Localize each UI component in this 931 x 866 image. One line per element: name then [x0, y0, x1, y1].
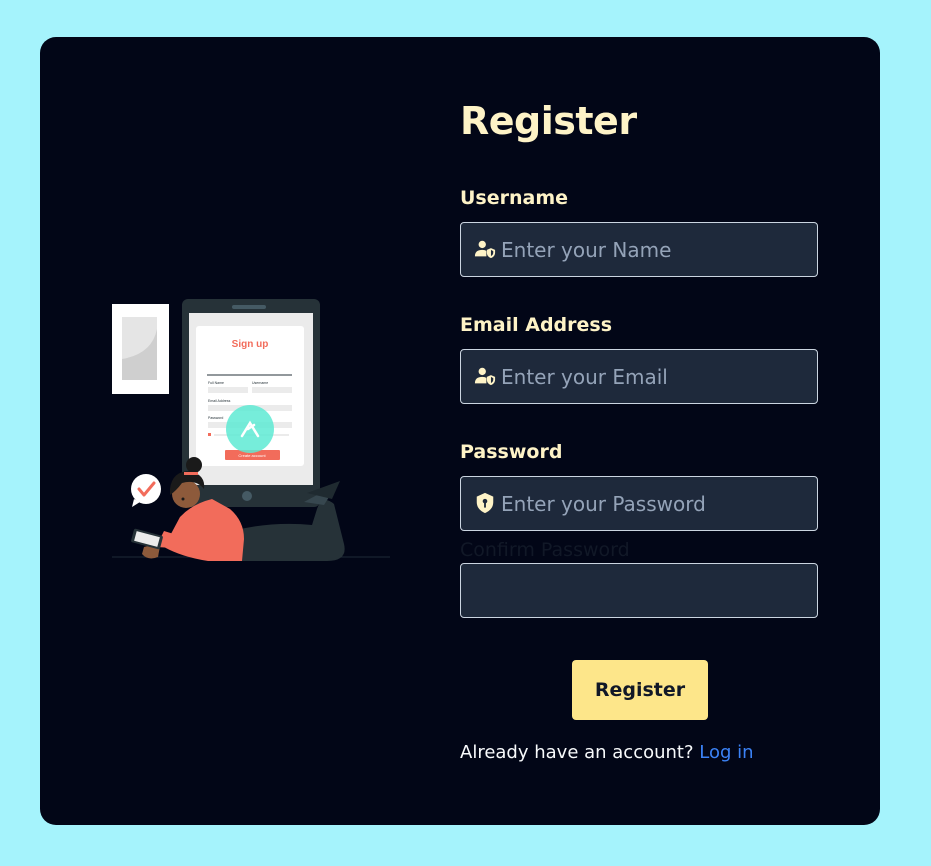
username-field[interactable]: [460, 222, 818, 277]
email-input[interactable]: [501, 350, 801, 403]
confirm-password-label: Confirm Password: [460, 539, 630, 561]
illustration-label-fullname: Full Name: [208, 381, 224, 385]
confirm-password-input[interactable]: [475, 564, 805, 617]
register-card: Sign up Full Name Username Email Address…: [40, 37, 880, 825]
tablet-device: Sign up Full Name Username Email Address…: [182, 299, 320, 507]
register-button[interactable]: Register: [572, 660, 708, 720]
illustration-label-password: Password: [208, 416, 223, 420]
email-field[interactable]: [460, 349, 818, 404]
confirm-password-field[interactable]: [460, 563, 818, 618]
login-prompt-text: Already have an account?: [460, 742, 694, 763]
illustration-label-username: Username: [252, 381, 268, 385]
login-link[interactable]: Log in: [699, 742, 753, 763]
username-label: Username: [460, 187, 569, 209]
email-label: Email Address: [460, 314, 613, 336]
check-bubble-icon: [131, 474, 161, 507]
illustration-label-email: Email Address: [208, 399, 231, 403]
signup-illustration: Sign up Full Name Username Email Address…: [112, 299, 390, 561]
login-prompt: Already have an account? Log in: [460, 742, 754, 763]
password-label: Password: [460, 441, 563, 463]
wall-frame: [112, 304, 169, 394]
page-title: Register: [460, 99, 637, 143]
shield-lock-icon: [476, 492, 494, 514]
illustration-button-label: Create account: [238, 453, 266, 458]
user-shield-icon: [474, 367, 496, 386]
user-shield-icon: [474, 240, 496, 259]
password-input[interactable]: [501, 477, 801, 530]
illustration-heading: Sign up: [232, 339, 269, 350]
password-field[interactable]: [460, 476, 818, 531]
username-input[interactable]: [501, 223, 801, 276]
